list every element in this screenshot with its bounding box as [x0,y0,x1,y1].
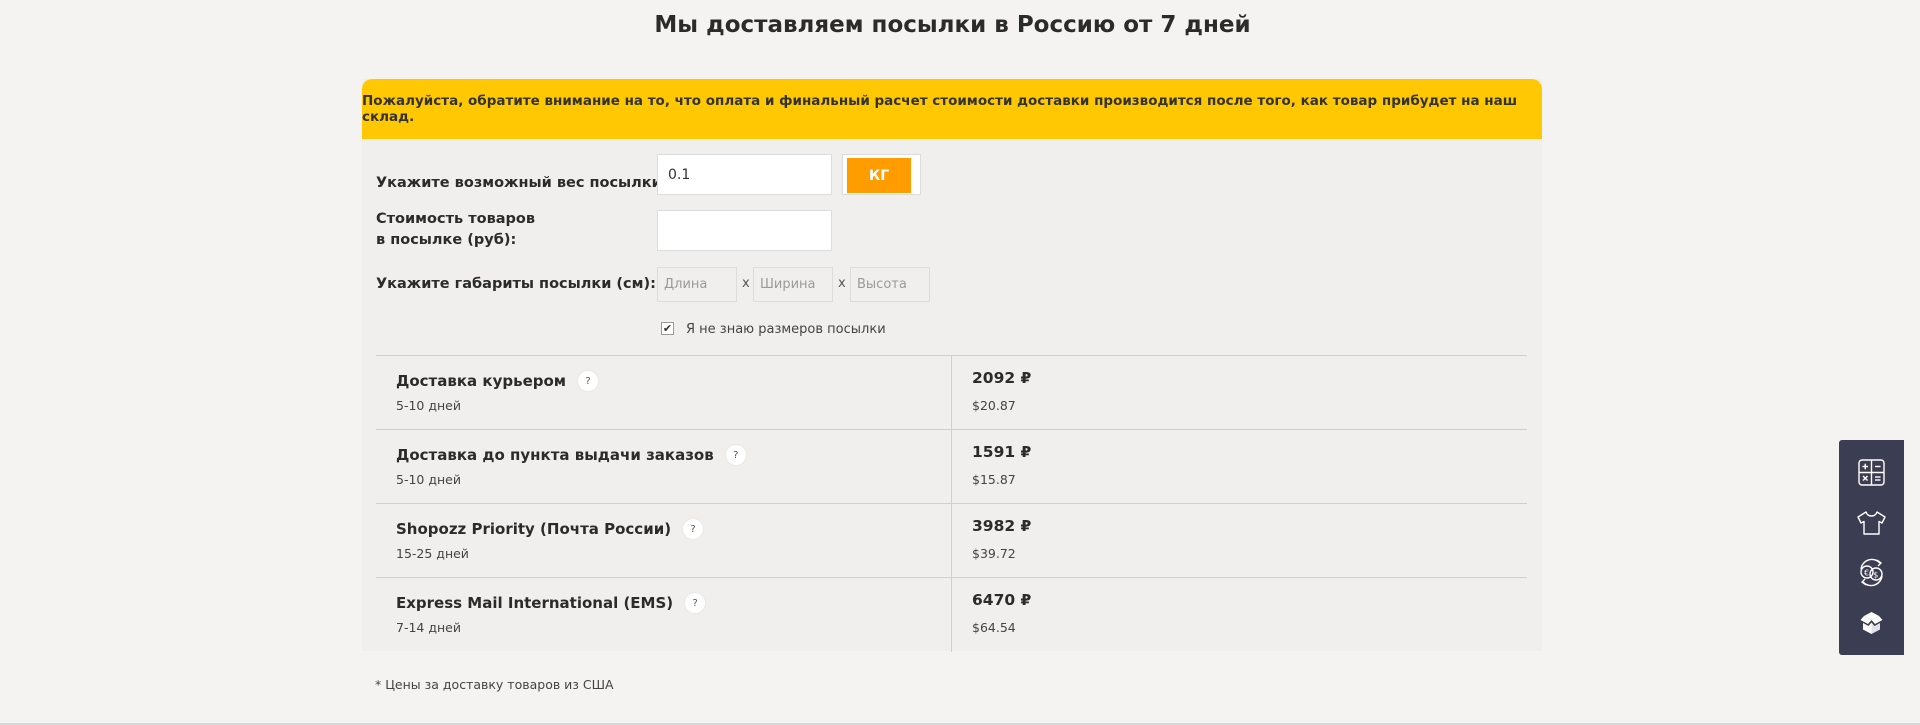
weight-label: Укажите возможный вес посылки: [376,175,668,191]
help-icon[interactable]: ? [683,519,704,539]
box-icon[interactable] [1854,605,1889,640]
service-days: 7-14 дней [396,620,461,635]
service-name-text: Shopozz Priority (Почта России) [396,520,672,538]
weight-row: Укажите возможный вес посылки: [376,173,668,194]
unit-selector: КГ [842,154,921,195]
service-name-text: Express Mail International (EMS) [396,594,674,612]
svg-text:€: € [1864,569,1869,578]
help-icon[interactable]: ? [725,445,746,465]
price-rub: 2092 ₽ [972,369,1032,387]
unknown-size-label[interactable]: Я не знаю размеров посылки [686,322,886,337]
results-table: Доставка курьером ? 5-10 дней 2092 ₽ $20… [376,355,1527,652]
service-name-text: Доставка до пункта выдачи заказов [396,446,714,464]
tshirt-icon[interactable] [1854,505,1889,540]
price-usd: $64.54 [972,620,1016,635]
calculator-icon[interactable] [1854,455,1889,490]
service-days: 5-10 дней [396,472,461,487]
table-row: Express Mail International (EMS) ? 7-14 … [376,578,1527,652]
price-usd: $15.87 [972,472,1016,487]
dims-separator: x [742,276,750,291]
price-rub: 6470 ₽ [972,591,1032,609]
service-cell: Shopozz Priority (Почта России) ? 15-25 … [376,504,952,578]
price-usd: $39.72 [972,546,1016,561]
service-name: Shopozz Priority (Почта России) ? [396,519,704,539]
price-rub: 1591 ₽ [972,443,1032,461]
svg-text:$: $ [1873,571,1878,580]
width-input[interactable] [753,267,833,302]
table-row: Shopozz Priority (Почта России) ? 15-25 … [376,504,1527,578]
help-icon[interactable]: ? [578,371,599,391]
price-usd: $20.87 [972,398,1016,413]
cost-row: Стоимость товаров в посылке (руб): [376,209,535,251]
side-tools-panel: € $ [1839,440,1904,655]
delivery-calculator: Пожалуйста, обратите внимание на то, что… [362,79,1542,652]
cost-label-line1: Стоимость товаров [376,211,536,227]
weight-input[interactable] [657,154,832,195]
service-days: 15-25 дней [396,546,469,561]
cost-input[interactable] [657,210,832,251]
service-cell: Доставка до пункта выдачи заказов ? 5-10… [376,430,952,504]
cost-label-line2: в посылке (руб): [376,232,517,248]
unit-kg-button[interactable]: КГ [847,158,911,193]
table-row: Доставка до пункта выдачи заказов ? 5-10… [376,430,1527,504]
price-rub: 3982 ₽ [972,517,1032,535]
service-days: 5-10 дней [396,398,461,413]
table-row: Доставка курьером ? 5-10 дней 2092 ₽ $20… [376,356,1527,430]
currency-exchange-icon[interactable]: € $ [1854,555,1889,590]
unknown-size-checkbox[interactable]: ✔ [661,322,674,335]
page-title: Мы доставляем посылки в Россию от 7 дней [654,12,1251,38]
payment-notice: Пожалуйста, обратите внимание на то, что… [362,79,1542,139]
footnote: * Цены за доставку товаров из США [375,677,614,692]
service-cell: Express Mail International (EMS) ? 7-14 … [376,578,952,652]
height-input[interactable] [850,267,930,302]
length-input[interactable] [657,267,737,302]
dims-row: Укажите габариты посылки (см): [376,274,656,295]
service-name: Express Mail International (EMS) ? [396,593,706,613]
cost-label: Стоимость товаров в посылке (руб): [376,209,535,251]
help-icon[interactable]: ? [685,593,706,613]
dims-label: Укажите габариты посылки (см): [376,276,656,292]
service-name: Доставка до пункта выдачи заказов ? [396,445,746,465]
service-name-text: Доставка курьером [396,372,567,390]
dims-separator: x [838,276,846,291]
service-cell: Доставка курьером ? 5-10 дней [376,356,952,430]
service-name: Доставка курьером ? [396,371,599,391]
